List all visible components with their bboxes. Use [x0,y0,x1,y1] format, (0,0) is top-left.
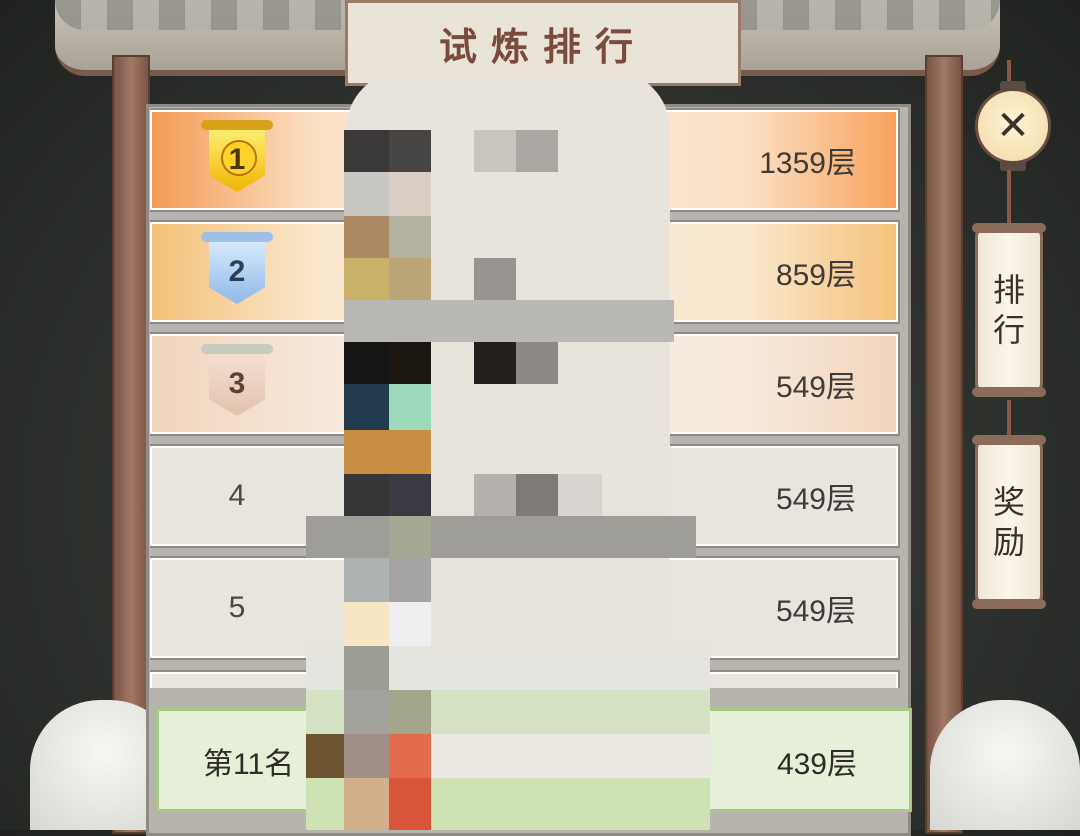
bronze-banner-icon: 3 [201,344,273,424]
silver-banner-icon: 2 [201,232,273,312]
rank-number: 5 [228,591,246,624]
reward-tab-label-1: 奖 [992,484,1025,520]
my-rank-label: 第11名 [203,748,295,781]
floor-score: 1359层 [759,147,856,180]
rank-badge: 2 [192,224,282,320]
rank-badge: 3 [192,336,282,432]
rank-number: 3 [228,367,246,400]
ranking-tab-label-2: 行 [992,312,1025,348]
floor-score: 549层 [775,595,856,628]
button-string [1007,400,1011,435]
my-floor-score: 439层 [776,748,857,781]
cloud-decoration [930,700,1080,830]
button-string [1007,170,1011,225]
rank-number: 4 [228,479,246,512]
rank-number: 2 [228,255,246,288]
rank-badge: 1 [192,112,282,208]
reward-tab-button[interactable]: 奖 励 [972,435,1046,609]
floor-score: 549层 [775,371,856,404]
ranking-tab-label-1: 排 [992,272,1025,308]
floor-score: 549层 [775,483,856,516]
rank-number: 1 [228,143,246,176]
close-icon: ✕ [996,104,1030,148]
reward-tab-label-2: 励 [992,524,1025,560]
gold-banner-icon: 1 [201,120,273,200]
close-button[interactable]: ✕ [975,81,1051,171]
pixelated-mask [306,60,710,830]
ranking-tab-button[interactable]: 排 行 [972,223,1046,397]
floor-score: 859层 [775,259,856,292]
